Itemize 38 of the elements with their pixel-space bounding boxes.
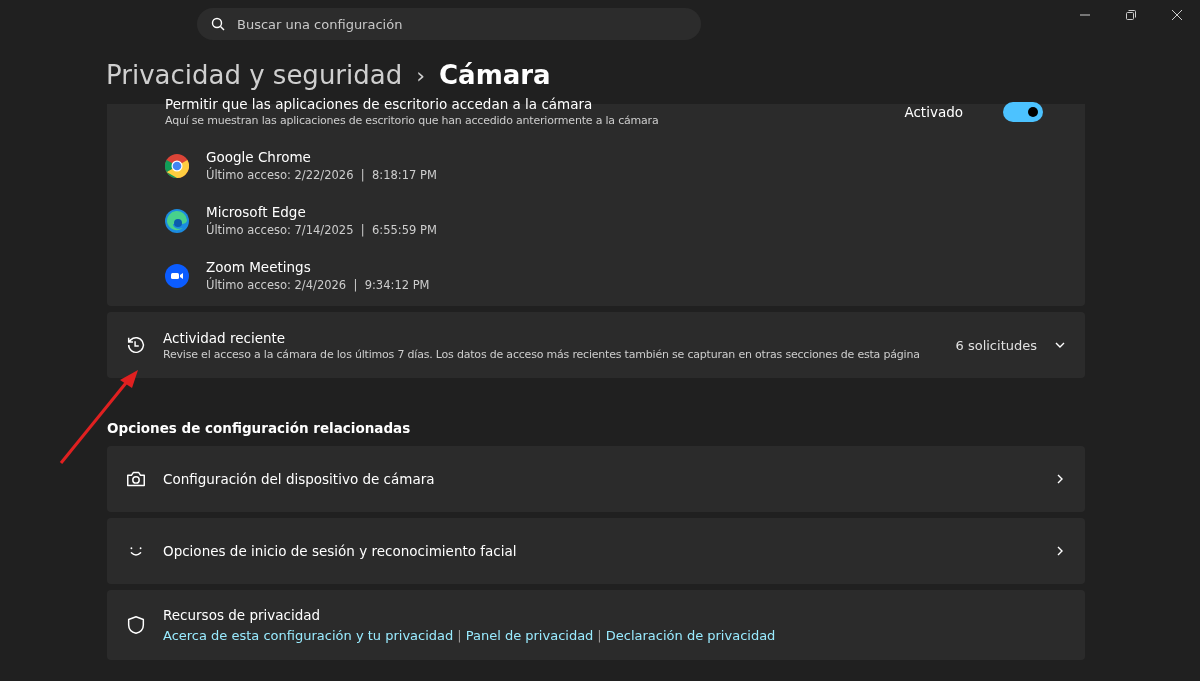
setting-title: Actividad reciente bbox=[163, 329, 287, 346]
section-heading: Opciones de configuración relacionadas bbox=[107, 420, 412, 436]
privacy-link[interactable]: Acerca de esta configuración y tu privacidad bbox=[163, 628, 454, 643]
close-icon bbox=[1171, 9, 1183, 21]
search-icon bbox=[211, 17, 225, 31]
breadcrumb-separator: › bbox=[416, 62, 426, 88]
link-separator: | bbox=[597, 628, 602, 643]
edge-logo-icon bbox=[165, 208, 189, 233]
recent-activity-card[interactable]: Actividad reciente Revise el acceso a la cámara de los últimos 7 días. Los datos de acceso más recientes también se capturan en otras secciones de esta página 6 solicitudes bbox=[107, 312, 1085, 378]
privacy-link[interactable]: Declaración de privacidad bbox=[605, 628, 776, 643]
last-access-text: Último acceso: 2/22/2026 | 8:18:17 PM bbox=[206, 168, 438, 182]
setting-title: Permitir que las aplicaciones de escritorio accedan a la cámara bbox=[165, 96, 594, 112]
request-count: 6 solicitudes bbox=[955, 337, 1037, 353]
last-access-text: Último acceso: 7/14/2025 | 6:55:59 PM bbox=[206, 223, 438, 237]
history-clock-icon bbox=[125, 334, 147, 356]
related-setting-card[interactable]: Recursos de privacidad Acerca de esta configuración y tu privacidad | Panel de privacidad | Declaración de privacidad bbox=[107, 590, 1085, 660]
related-setting-card[interactable]: Opciones de inicio de sesión y reconocimiento facial bbox=[107, 518, 1085, 584]
restore-icon bbox=[1125, 9, 1137, 21]
chrome-logo-icon bbox=[165, 153, 189, 178]
search-field[interactable]: Buscar una configuración bbox=[197, 8, 701, 40]
app-name: Microsoft Edge bbox=[206, 204, 307, 220]
shield-icon bbox=[125, 614, 147, 636]
app-name: Zoom Meetings bbox=[206, 259, 312, 275]
page-title: Cámara bbox=[439, 60, 551, 90]
setting-title: Opciones de inicio de sesión y reconocimiento facial bbox=[163, 543, 518, 559]
breadcrumb-parent[interactable]: Privacidad y seguridad bbox=[106, 60, 403, 90]
toggle-label: Activado bbox=[904, 103, 963, 120]
privacy-link[interactable]: Panel de privacidad bbox=[465, 628, 594, 643]
app-name: Google Chrome bbox=[206, 149, 312, 165]
setting-description: Revise el acceso a la cámara de los últimos 7 días. Los datos de acceso más recientes también se capturan en otras secciones de esta página bbox=[163, 347, 921, 361]
link-separator: | bbox=[457, 628, 462, 643]
setting-title: Configuración del dispositivo de cámara bbox=[163, 471, 436, 487]
toggle-switch[interactable] bbox=[1003, 101, 1043, 122]
setting-title: Recursos de privacidad bbox=[163, 607, 322, 623]
setting-description: Aquí se muestran las aplicaciones de escritorio que han accedido anteriormente a la cámara bbox=[165, 114, 660, 127]
zoom-logo-icon bbox=[165, 263, 189, 288]
last-access-text: Último acceso: 2/4/2026 | 9:34:12 PM bbox=[206, 278, 431, 292]
related-setting-card[interactable]: Configuración del dispositivo de cámara bbox=[107, 446, 1085, 512]
